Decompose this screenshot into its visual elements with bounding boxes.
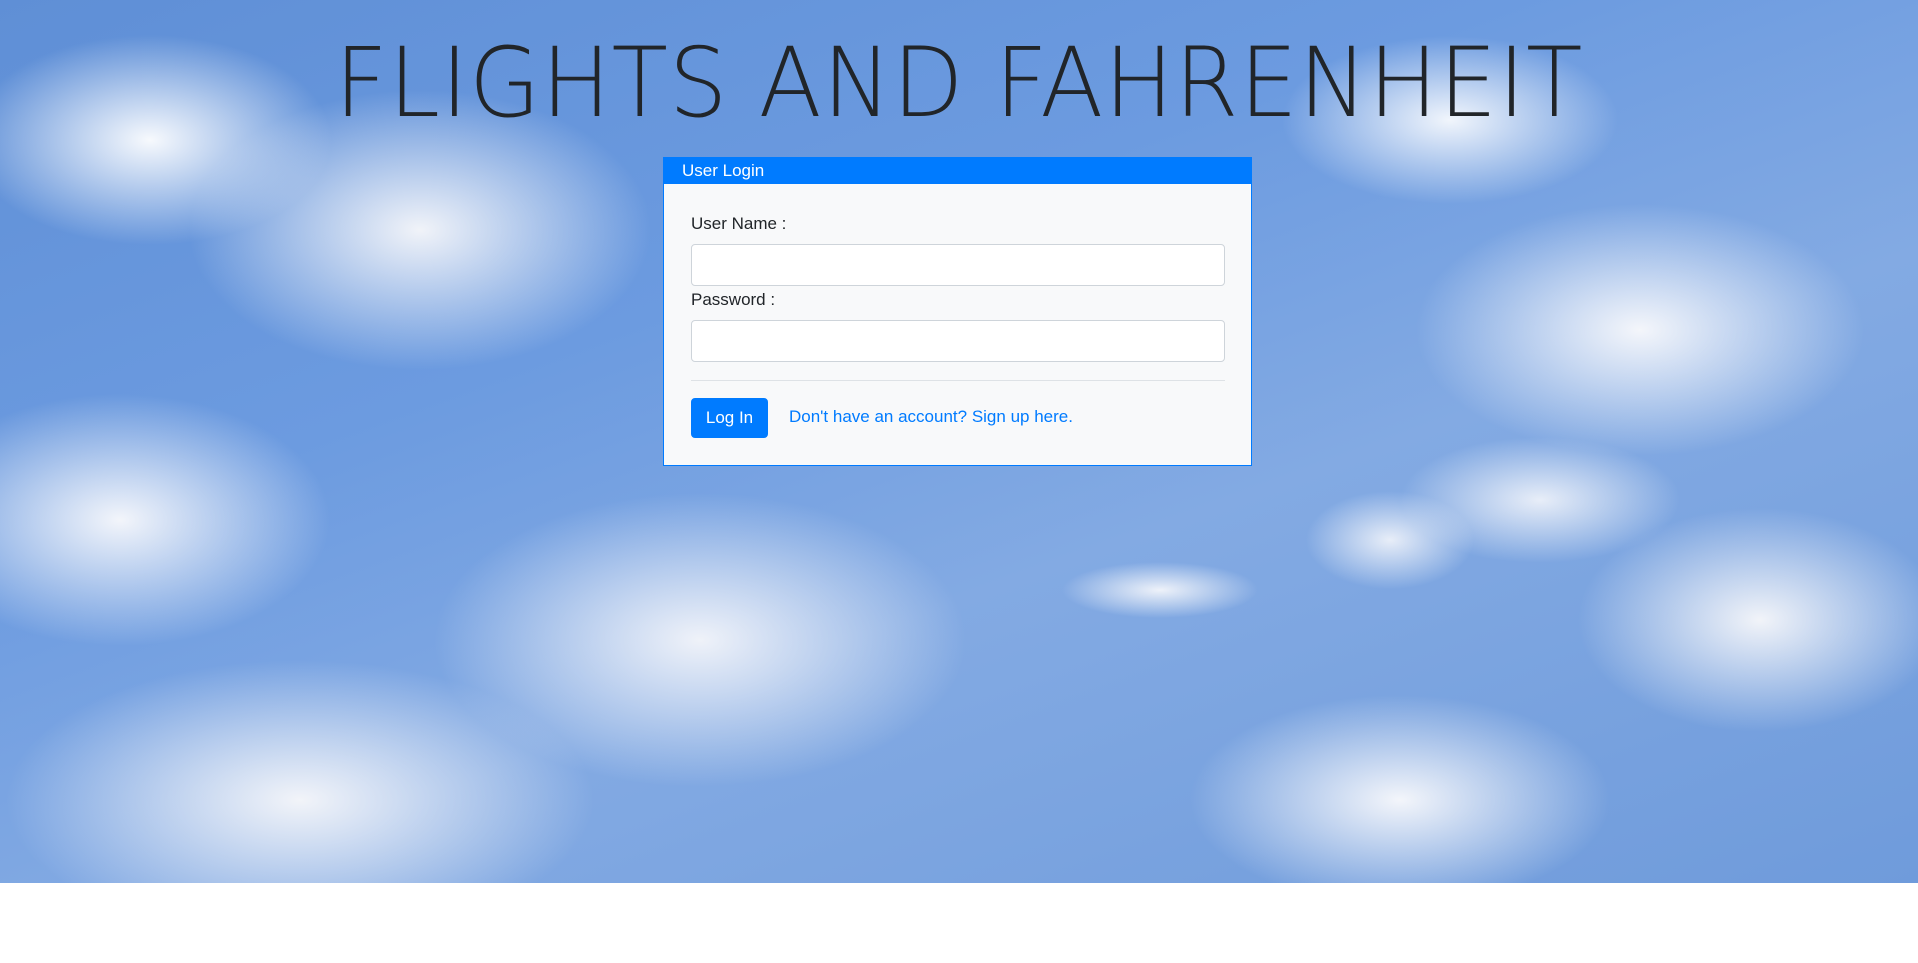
login-card: User Login User Name : Password : Log In… xyxy=(663,157,1252,466)
password-input[interactable] xyxy=(691,320,1225,362)
page-title: FLIGHTS AND FAHRENHEIT xyxy=(334,27,1584,139)
login-card-header: User Login xyxy=(664,158,1251,184)
signup-link[interactable]: Don't have an account? Sign up here. xyxy=(789,407,1073,427)
form-divider xyxy=(691,380,1225,381)
login-button[interactable]: Log In xyxy=(691,398,768,438)
username-input[interactable] xyxy=(691,244,1225,286)
username-label: User Name : xyxy=(691,214,787,233)
password-label: Password : xyxy=(691,290,776,309)
